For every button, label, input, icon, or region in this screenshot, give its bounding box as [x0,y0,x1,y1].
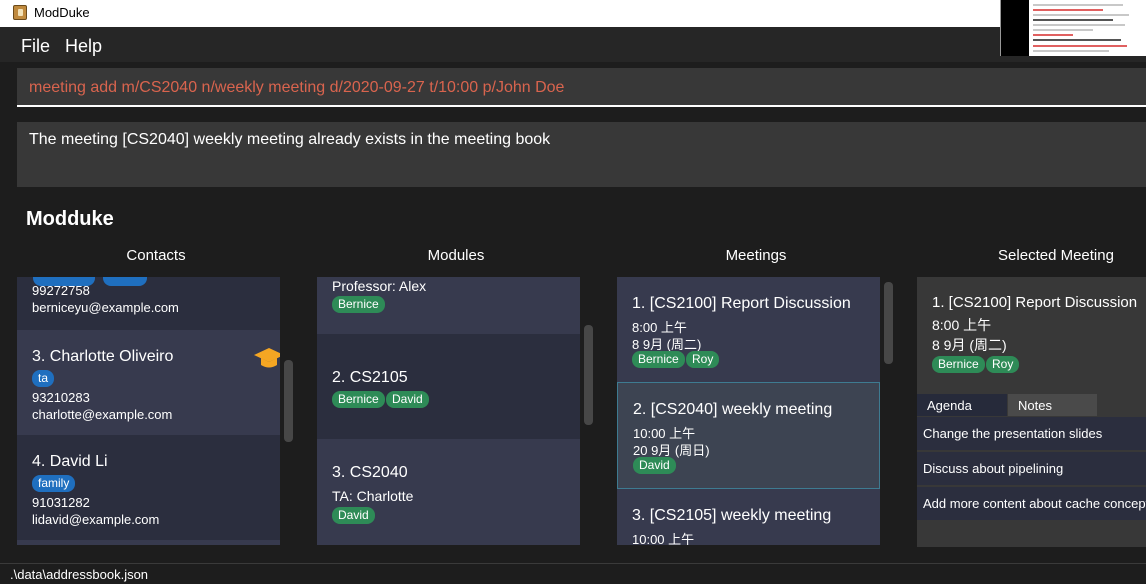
meetings-scrollbar[interactable] [884,282,893,364]
modduke-window: ModDuke File Help The meeting [CS2040] w… [0,0,1146,584]
meeting-tag: David [633,457,676,474]
agenda-item[interactable]: Add more content about cache concepts [917,487,1146,520]
menu-bar-extension [1000,56,1146,62]
module-name: 3. CS2040 [332,464,408,481]
contact-email: berniceyu@example.com [32,300,179,315]
app-heading: Modduke [26,208,114,230]
contacts-list[interactable]: 99272758 berniceyu@example.com 3. Charlo… [17,277,280,545]
agenda-item[interactable]: Discuss about pipelining [917,452,1146,485]
graduation-cap-icon [254,348,280,368]
menu-help[interactable]: Help [65,36,102,57]
module-tag: Bernice [332,296,385,313]
meeting-name: 3. [CS2105] weekly meeting [632,507,832,524]
contacts-header: Contacts [126,247,186,264]
contacts-scrollbar[interactable] [284,360,293,442]
module-role: TA: Charlotte [332,488,414,504]
meeting-name: 1. [CS2100] Report Discussion [632,295,851,312]
module-card[interactable]: Professor: Alex Bernice [317,277,580,334]
selected-meeting-tag: Roy [986,356,1020,373]
contact-name: 3. Charlotte Oliveiro [32,348,174,365]
background-window-thumbnail [1000,0,1146,56]
module-card[interactable]: 3. CS2040 TA: Charlotte David [317,439,580,545]
title-bar: ModDuke [0,0,1146,27]
contact-tag: ta [32,370,55,387]
selected-meeting-name: 1. [CS2100] Report Discussion [932,294,1138,311]
selected-meeting-time: 8:00 上午 [932,317,992,333]
contact-phone: 93210283 [32,390,90,405]
contact-email: charlotte@example.com [32,407,173,422]
command-input[interactable] [17,68,1146,105]
contact-card[interactable]: 99272758 berniceyu@example.com [17,277,280,330]
module-tag: David [386,391,429,408]
contact-card[interactable] [17,540,280,545]
app-icon [13,5,27,20]
meetings-list[interactable]: 1. [CS2100] Report Discussion 8:00 上午 8 … [617,277,880,545]
modules-header: Modules [427,247,485,264]
meeting-detail-tabs: Agenda Notes [917,394,1146,416]
module-role: Professor: Alex [332,278,427,294]
meeting-card[interactable]: 3. [CS2105] weekly meeting 10:00 上午 [617,489,880,545]
module-tag: Bernice [332,391,385,408]
contact-card[interactable]: 4. David Li family 91031282 lidavid@exam… [17,435,280,540]
menu-bar: File Help [0,27,1000,62]
meetings-header: Meetings [725,247,787,264]
status-bar: .\data\addressbook.json [0,563,1146,584]
data-file-path: .\data\addressbook.json [10,567,149,582]
module-name: 2. CS2105 [332,369,408,386]
selected-meeting-header: Selected Meeting [998,247,1114,264]
window-title: ModDuke [34,5,90,20]
module-card[interactable]: 2. CS2105 Bernice David [317,334,580,439]
meeting-tag: Bernice [632,351,685,368]
meeting-name: 2. [CS2040] weekly meeting [633,401,833,418]
menu-file[interactable]: File [21,36,50,57]
tab-notes[interactable]: Notes [1008,394,1097,416]
contact-name: 4. David Li [32,453,108,470]
selected-meeting-date: 8 9月 (周二) [932,337,1007,353]
tab-agenda[interactable]: Agenda [917,394,1007,416]
result-message: The meeting [CS2040] weekly meeting alre… [29,131,551,148]
contact-phone: 99272758 [32,283,90,298]
modules-scrollbar[interactable] [584,325,593,425]
result-display: The meeting [CS2040] weekly meeting alre… [17,122,1146,187]
contact-phone: 91031282 [32,495,90,510]
meeting-tag: Roy [686,351,720,368]
meeting-card-selected[interactable]: 2. [CS2040] weekly meeting 10:00 上午 20 9… [617,382,880,489]
contact-tag [103,277,147,286]
module-tag: David [332,507,375,524]
contact-email: lidavid@example.com [32,512,160,527]
selected-meeting-tag: Bernice [932,356,985,373]
agenda-item[interactable]: Change the presentation slides [917,417,1146,450]
meeting-time: 10:00 上午 [632,532,695,545]
modules-list[interactable]: Professor: Alex Bernice 2. CS2105 Bernic… [317,277,580,545]
selected-meeting-panel: 1. [CS2100] Report Discussion 8:00 上午 8 … [917,277,1146,547]
contact-tag: family [32,475,76,492]
agenda-list: Change the presentation slides Discuss a… [917,417,1146,547]
contact-card[interactable]: 3. Charlotte Oliveiro ta 93210283 charlo… [17,330,280,435]
command-box [17,68,1146,107]
meeting-card[interactable]: 1. [CS2100] Report Discussion 8:00 上午 8 … [617,277,880,382]
